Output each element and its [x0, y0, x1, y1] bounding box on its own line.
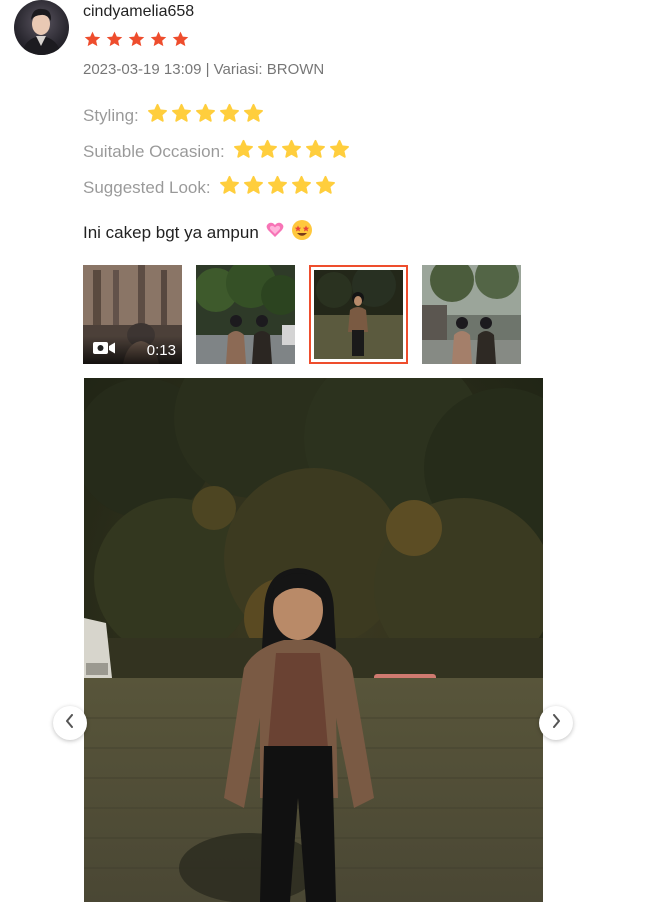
star-icon: [171, 103, 192, 129]
star-icon: [127, 30, 146, 54]
thumbnail-video[interactable]: 0:13: [83, 265, 182, 364]
video-camera-icon: [93, 341, 115, 360]
media-thumbnails: 0:13: [83, 265, 521, 364]
attribute-stars: [233, 139, 350, 165]
heart-pulse-emoji: [265, 220, 285, 245]
star-struck-emoji: [291, 219, 313, 246]
star-icon: [105, 30, 124, 54]
star-icon: [243, 103, 264, 129]
thumbnail-photo[interactable]: [196, 265, 295, 364]
chevron-right-icon: [550, 713, 562, 733]
star-icon: [83, 30, 102, 54]
attribute-suitable-occasion: Suitable Occasion:: [83, 139, 350, 165]
main-review-photo: [84, 378, 543, 902]
star-icon: [149, 30, 168, 54]
attribute-suggested-look: Suggested Look:: [83, 175, 336, 201]
star-icon: [147, 103, 168, 129]
attribute-label: Styling:: [83, 106, 139, 125]
star-icon: [291, 175, 312, 201]
attribute-label: Suggested Look:: [83, 178, 211, 197]
video-overlay: 0:13: [83, 336, 182, 364]
star-icon: [281, 139, 302, 165]
attribute-styling: Styling:: [83, 103, 264, 129]
overall-rating: [83, 30, 190, 54]
review-meta: 2023-03-19 13:09 | Variasi: BROWN: [83, 61, 325, 78]
previous-photo-button[interactable]: [53, 706, 87, 740]
attribute-stars: [219, 175, 336, 201]
star-icon: [195, 103, 216, 129]
star-icon: [267, 175, 288, 201]
comment-text: Ini cakep bgt ya ampun: [83, 222, 259, 242]
thumbnail-photo[interactable]: [422, 265, 521, 364]
username: cindyamelia658: [83, 3, 195, 20]
star-icon: [305, 139, 326, 165]
video-duration: 0:13: [146, 341, 176, 359]
star-icon: [219, 103, 240, 129]
star-icon: [171, 30, 190, 54]
avatar[interactable]: [14, 0, 69, 55]
star-icon: [243, 175, 264, 201]
attribute-label: Suitable Occasion:: [83, 142, 225, 161]
next-photo-button[interactable]: [539, 706, 573, 740]
star-icon: [329, 139, 350, 165]
chevron-left-icon: [64, 713, 76, 733]
star-icon: [219, 175, 240, 201]
star-icon: [257, 139, 278, 165]
star-icon: [233, 139, 254, 165]
review-comment: Ini cakep bgt ya ampun: [83, 219, 313, 246]
star-icon: [315, 175, 336, 201]
thumbnail-photo-selected[interactable]: [309, 265, 408, 364]
attribute-stars: [147, 103, 264, 129]
